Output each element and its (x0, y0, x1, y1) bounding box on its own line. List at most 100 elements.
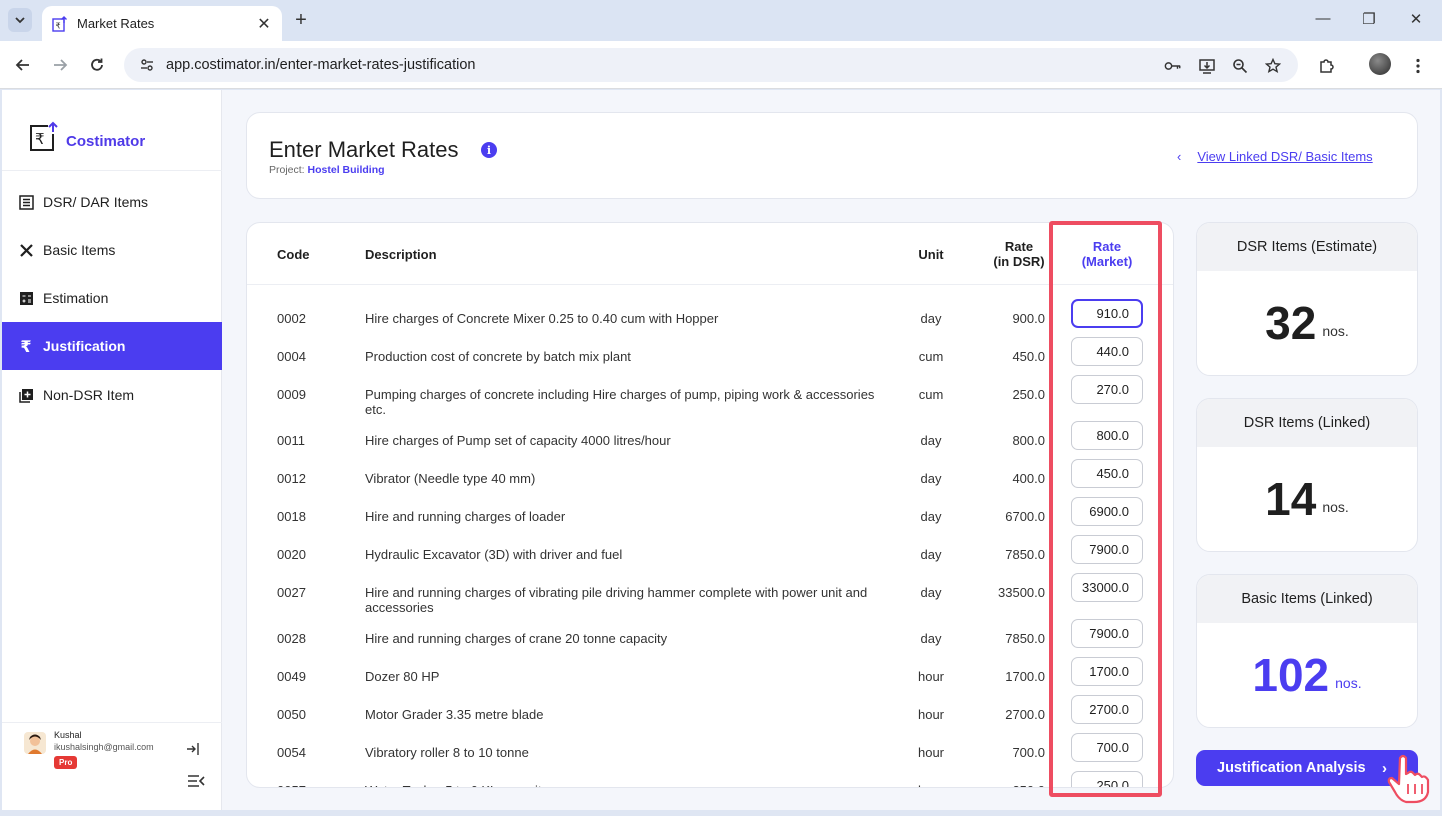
stat-unit: nos. (1322, 499, 1349, 515)
stat-card-basic-linked: Basic Items (Linked) 102 nos. (1196, 574, 1418, 728)
row-code: 0020 (277, 547, 306, 562)
market-rate-input[interactable]: 33000.0 (1071, 573, 1143, 602)
sidebar: ₹ Costimator DSR/ DAR Items Basic Items … (2, 90, 222, 810)
pro-badge: Pro (54, 756, 78, 769)
svg-text:₹: ₹ (35, 130, 45, 148)
project-name[interactable]: Hostel Building (308, 164, 385, 176)
row-unit: hour (917, 745, 945, 760)
column-header-rate-dsr: Rate (in DSR) (985, 239, 1053, 269)
row-rate-dsr: 1700.0 (1005, 669, 1045, 684)
rate-dsr-line-2: (in DSR) (993, 254, 1045, 269)
brand-logo[interactable]: ₹ Costimator (28, 120, 145, 152)
calculator-icon (18, 290, 34, 306)
avatar[interactable] (24, 732, 46, 754)
restore-button[interactable]: ❐ (1359, 10, 1379, 28)
user-profile: Kushal ikushalsingh@gmail.com Pro (22, 728, 212, 798)
app-root: ₹ Costimator DSR/ DAR Items Basic Items … (2, 90, 1440, 810)
sidebar-item-label: DSR/ DAR Items (43, 194, 149, 210)
costimator-logo-icon: ₹ (30, 121, 58, 151)
tab-search-button[interactable] (8, 8, 32, 32)
browser-toolbar: app.costimator.in/enter-market-rates-jus… (0, 41, 1442, 89)
row-rate-dsr: 7850.0 (1005, 547, 1045, 562)
sidebar-item-justification[interactable]: ₹ Justification (2, 322, 222, 370)
table-header: Code Description Unit Rate (in DSR) Rate… (247, 223, 1173, 285)
row-rate-dsr: 7850.0 (1005, 631, 1045, 646)
row-description: Hire charges of Concrete Mixer 0.25 to 0… (365, 311, 719, 326)
row-unit: day (920, 471, 942, 486)
chevron-down-icon (15, 17, 25, 24)
row-unit: hour (917, 669, 945, 684)
row-code: 0054 (277, 745, 306, 760)
stat-unit: nos. (1322, 323, 1349, 339)
market-rate-input[interactable]: 250.0 (1071, 771, 1143, 787)
rupee-icon: ₹ (20, 336, 32, 356)
stat-value: 102 (1252, 649, 1330, 701)
minimize-button[interactable]: — (1313, 10, 1333, 27)
market-rate-input[interactable]: 2700.0 (1071, 695, 1143, 724)
row-code: 0028 (277, 631, 306, 646)
password-key-icon[interactable] (1164, 57, 1182, 75)
browser-tab[interactable]: ₹ Market Rates ✕ (42, 6, 282, 41)
logout-icon[interactable] (186, 742, 200, 756)
market-rate-input[interactable]: 1700.0 (1071, 657, 1143, 686)
justification-analysis-button[interactable]: Justification Analysis › (1196, 750, 1418, 786)
row-rate-dsr: 6700.0 (1005, 509, 1045, 524)
stat-title: DSR Items (Linked) (1197, 399, 1417, 447)
row-unit: day (920, 509, 942, 524)
sidebar-divider (2, 170, 222, 171)
row-description: Vibratory roller 8 to 10 tonne (365, 745, 529, 760)
collapse-sidebar-icon[interactable] (187, 774, 205, 788)
sidebar-item-label: Basic Items (43, 242, 116, 258)
row-code: 0018 (277, 509, 306, 524)
row-code: 0050 (277, 707, 306, 722)
project-line: Project: Hostel Building (269, 164, 385, 176)
back-button[interactable] (11, 53, 35, 77)
address-bar[interactable]: app.costimator.in/enter-market-rates-jus… (124, 48, 1298, 82)
row-rate-dsr: 250.0 (1012, 387, 1045, 402)
sidebar-item-estimation[interactable]: Estimation (2, 274, 222, 322)
info-icon[interactable]: i (481, 142, 497, 158)
market-rate-input[interactable]: 450.0 (1071, 459, 1143, 488)
reload-button[interactable] (85, 53, 109, 77)
view-linked-items-link[interactable]: ‹ View Linked DSR/ Basic Items (1177, 149, 1373, 164)
column-header-code: Code (277, 247, 310, 262)
sidebar-item-dsr-dar-items[interactable]: DSR/ DAR Items (2, 178, 222, 226)
tab-title: Market Rates (77, 16, 155, 31)
row-code: 0012 (277, 471, 306, 486)
sidebar-item-basic-items[interactable]: Basic Items (2, 226, 222, 274)
row-rate-dsr: 400.0 (1012, 471, 1045, 486)
row-description: Pumping charges of concrete including Hi… (365, 387, 875, 417)
market-rate-input[interactable]: 910.0 (1071, 299, 1143, 328)
close-window-button[interactable]: ✕ (1406, 10, 1426, 28)
row-description: Hire charges of Pump set of capacity 400… (365, 433, 671, 448)
install-app-icon[interactable] (1198, 57, 1216, 75)
costimator-favicon-icon: ₹ (52, 15, 67, 32)
market-rate-input[interactable]: 6900.0 (1071, 497, 1143, 526)
profile-avatar[interactable] (1369, 53, 1391, 75)
kebab-menu-icon[interactable] (1409, 57, 1427, 75)
market-rate-input[interactable]: 440.0 (1071, 337, 1143, 366)
bookmark-star-icon[interactable] (1264, 57, 1282, 75)
sidebar-item-non-dsr-item[interactable]: Non-DSR Item (2, 371, 222, 419)
row-code: 0002 (277, 311, 306, 326)
row-unit: cum (918, 387, 944, 402)
market-rates-table: Code Description Unit Rate (in DSR) Rate… (246, 222, 1174, 788)
stat-body: 32 nos. (1197, 271, 1417, 375)
extensions-puzzle-icon[interactable] (1317, 57, 1335, 75)
market-rate-input[interactable]: 7900.0 (1071, 619, 1143, 648)
view-linked-label: View Linked DSR/ Basic Items (1197, 149, 1373, 164)
zoom-icon[interactable] (1231, 57, 1249, 75)
project-label: Project: (269, 164, 305, 176)
page-title: Enter Market Rates (269, 137, 459, 162)
row-rate-dsr: 700.0 (1012, 745, 1045, 760)
forward-button[interactable] (48, 53, 72, 77)
market-rate-input[interactable]: 700.0 (1071, 733, 1143, 762)
tab-close-button[interactable]: ✕ (256, 14, 272, 34)
market-rate-input[interactable]: 7900.0 (1071, 535, 1143, 564)
new-tab-button[interactable]: + (290, 9, 312, 32)
market-rate-input[interactable]: 800.0 (1071, 421, 1143, 450)
column-header-rate-market: Rate (Market) (1067, 239, 1147, 269)
market-rate-input[interactable]: 270.0 (1071, 375, 1143, 404)
rate-dsr-line-1: Rate (1004, 239, 1034, 254)
site-settings-icon[interactable] (132, 57, 162, 73)
